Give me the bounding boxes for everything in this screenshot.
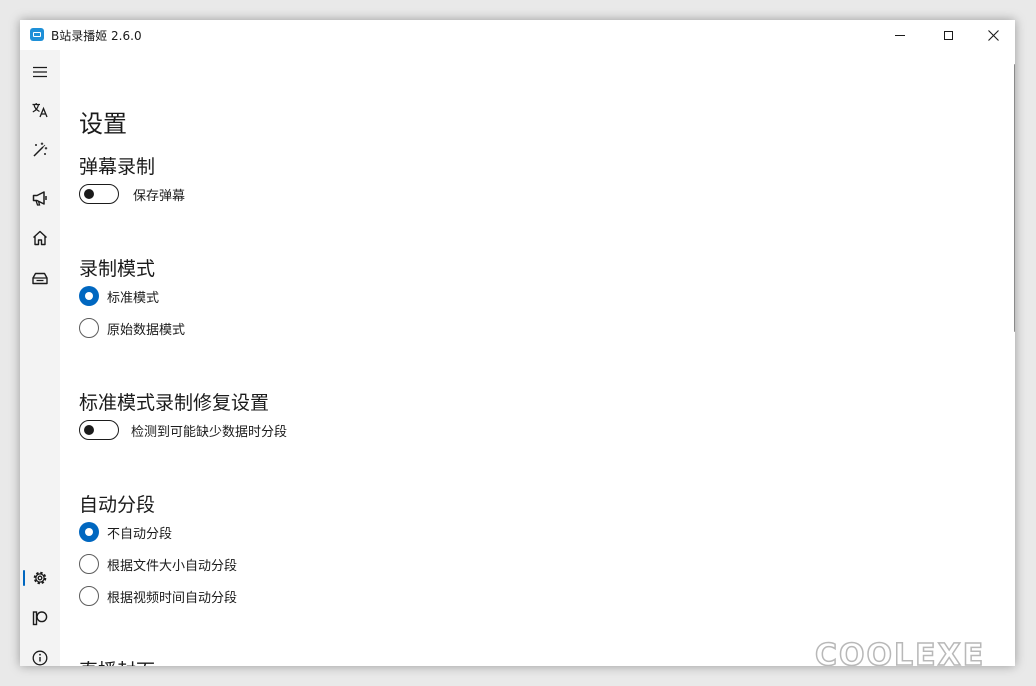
app-window: B站录播姬 2.6.0 设置 弹幕录制 保存弹幕 录制模式 标准模式 原始数据模… [20, 20, 1015, 666]
info-icon [32, 650, 48, 666]
settings-gear-icon [33, 571, 47, 585]
record-mode-section-title: 录制模式 [79, 258, 156, 280]
record-mode-raw-radio[interactable]: 原始数据模式 [79, 318, 185, 338]
radio-button[interactable] [79, 586, 99, 606]
settings-page: 设置 弹幕录制 保存弹幕 录制模式 标准模式 原始数据模式 标准模式录制修复设置… [60, 50, 1015, 666]
save-danmaku-label: 保存弹幕 [133, 188, 186, 204]
radio-button-checked[interactable] [79, 522, 99, 542]
vertical-scrollbar[interactable] [1014, 64, 1015, 332]
auto-split-by-size-radio[interactable]: 根据文件大小自动分段 [79, 554, 237, 574]
toggle-switch[interactable] [79, 420, 119, 440]
radio-button-checked[interactable] [79, 286, 99, 306]
record-mode-standard-radio[interactable]: 标准模式 [79, 286, 159, 306]
split-on-missing-data-toggle[interactable]: 检测到可能缺少数据时分段 [79, 420, 287, 440]
nav-item-settings[interactable] [20, 560, 60, 596]
danmaku-section-title: 弹幕录制 [79, 156, 156, 178]
radio-button[interactable] [79, 554, 99, 574]
maximize-button[interactable] [925, 20, 971, 50]
radio-label: 根据文件大小自动分段 [107, 558, 238, 574]
radio-label: 原始数据模式 [107, 322, 186, 338]
page-title: 设置 [79, 110, 127, 138]
radio-label: 根据视频时间自动分段 [107, 590, 238, 606]
magic-wand-icon [33, 142, 48, 157]
megaphone-icon [32, 191, 47, 206]
navigation-pane [20, 50, 60, 666]
nav-item-toolbox[interactable] [20, 260, 60, 296]
nav-item-language[interactable] [20, 92, 60, 128]
toggle-knob [84, 189, 94, 199]
nav-menu-toggle[interactable] [20, 54, 60, 90]
toggle-knob [84, 425, 94, 435]
close-button[interactable] [970, 20, 1015, 50]
nav-item-announcement[interactable] [20, 180, 60, 216]
maximize-icon [943, 30, 953, 40]
radio-button[interactable] [79, 318, 99, 338]
auto-split-section-title: 自动分段 [79, 494, 156, 516]
radio-label: 不自动分段 [107, 526, 173, 542]
selected-indicator [23, 570, 25, 586]
close-icon [987, 29, 999, 41]
nav-item-tools[interactable] [20, 132, 60, 168]
minimize-icon [895, 34, 905, 36]
home-icon [33, 230, 47, 246]
nav-item-home[interactable] [20, 220, 60, 256]
watermark-logo: coolexe [814, 637, 986, 666]
toolbox-icon [32, 272, 48, 285]
cover-section-title: 直播封面 [79, 656, 155, 666]
repair-section-title: 标准模式录制修复设置 [79, 392, 270, 414]
nav-item-sponsor[interactable] [20, 600, 60, 636]
minimize-button[interactable] [877, 20, 923, 50]
app-logo-icon [30, 28, 44, 41]
language-icon [32, 103, 48, 118]
nav-item-about[interactable] [20, 640, 60, 666]
radio-label: 标准模式 [107, 290, 160, 306]
auto-split-by-time-radio[interactable]: 根据视频时间自动分段 [79, 586, 237, 606]
toggle-switch[interactable] [79, 184, 119, 204]
patreon-icon [32, 611, 48, 626]
window-title: B站录播姬 2.6.0 [51, 29, 142, 43]
title-bar[interactable]: B站录播姬 2.6.0 [20, 20, 1015, 50]
auto-split-none-radio[interactable]: 不自动分段 [79, 522, 172, 542]
split-on-missing-data-label: 检测到可能缺少数据时分段 [131, 424, 288, 440]
hamburger-menu-icon [33, 66, 47, 78]
save-danmaku-toggle[interactable]: 保存弹幕 [79, 184, 185, 204]
